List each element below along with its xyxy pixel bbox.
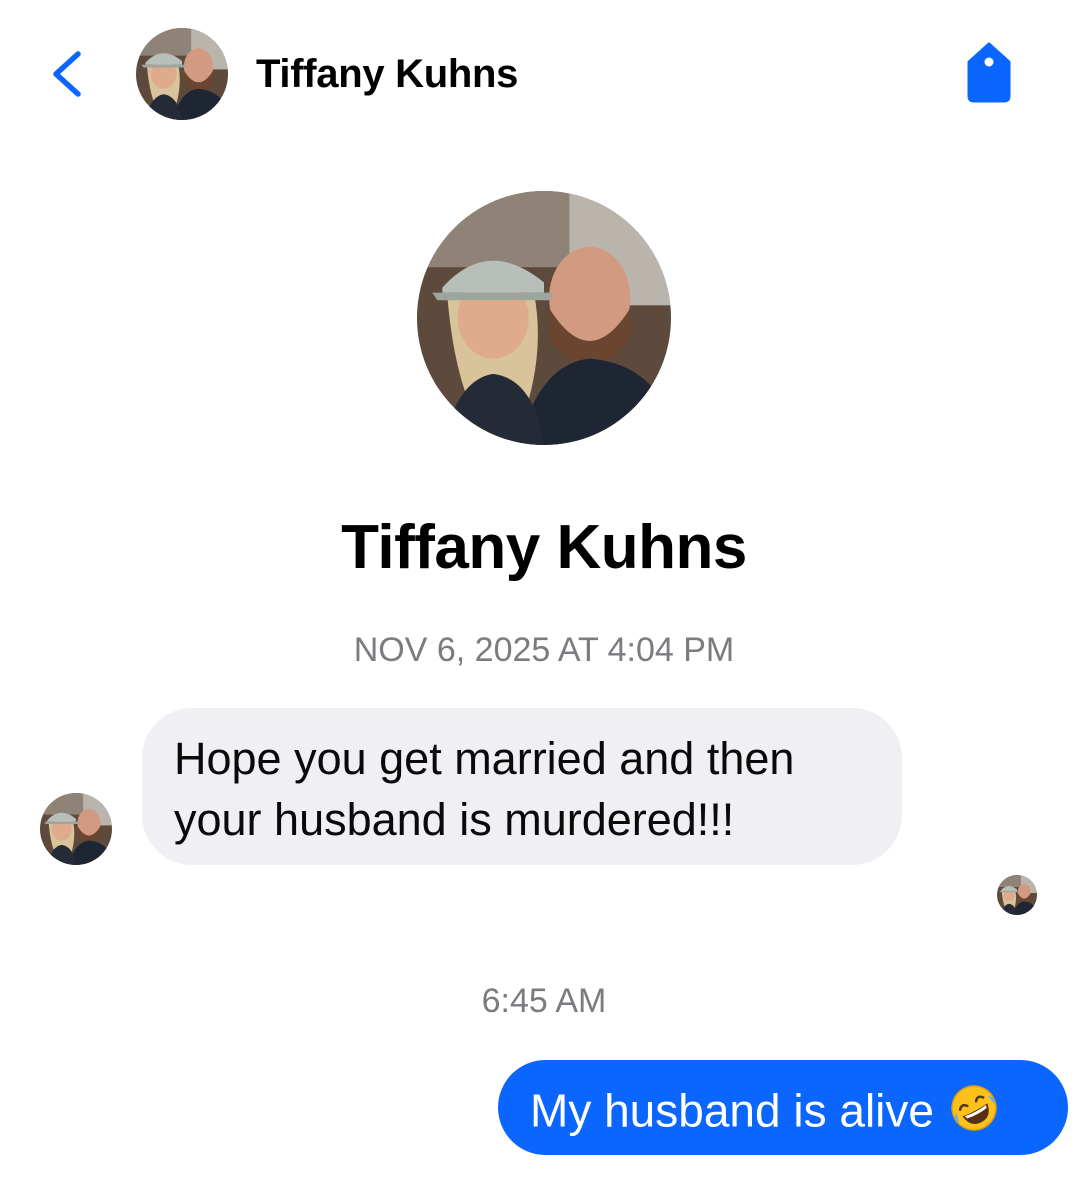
message-timestamp: NOV 6, 2025 AT 4:04 PM: [353, 631, 735, 669]
contact-name[interactable]: Tiffany Kuhns: [256, 50, 518, 98]
back-button[interactable]: [44, 48, 92, 100]
sender-avatar: [40, 793, 112, 865]
incoming-message-bubble[interactable]: Hope you get married and then your husba…: [142, 708, 902, 865]
tag-icon: [967, 42, 1011, 103]
message-timestamp: 6:45 AM: [481, 982, 607, 1020]
conversation-header: Tiffany Kuhns: [0, 0, 1088, 150]
tag-button[interactable]: [962, 40, 1016, 104]
contact-avatar[interactable]: [136, 28, 228, 120]
chevron-left-icon: [53, 51, 81, 97]
outgoing-message-text: My husband is alive: [530, 1084, 934, 1137]
rolling-on-floor-laughing-icon: [948, 1082, 1000, 1134]
profile-photo[interactable]: [417, 191, 671, 445]
outgoing-message-bubble[interactable]: My husband is alive: [498, 1060, 1068, 1155]
incoming-message-text: Hope you get married and then your husba…: [174, 733, 795, 845]
profile-name: Tiffany Kuhns: [341, 513, 747, 582]
read-receipt-avatar: [997, 875, 1037, 915]
